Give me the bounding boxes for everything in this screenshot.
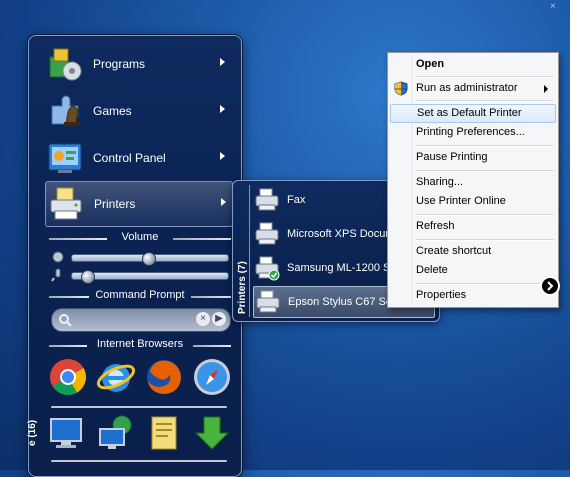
menu-item-label: Printers bbox=[94, 197, 136, 211]
command-input[interactable] bbox=[76, 312, 190, 328]
computer-icon[interactable] bbox=[47, 412, 89, 454]
microphone-volume-slider[interactable] bbox=[51, 268, 229, 284]
safari-icon[interactable] bbox=[191, 356, 233, 398]
printer-icon bbox=[255, 222, 279, 245]
search-icon bbox=[59, 314, 72, 327]
internet-explorer-icon[interactable] bbox=[95, 356, 137, 398]
menu-separator bbox=[416, 283, 554, 285]
submenu-arrow-icon bbox=[544, 85, 548, 93]
menu-separator bbox=[416, 100, 554, 102]
command-prompt-field[interactable]: × ▶ bbox=[51, 308, 231, 332]
browsers-section-title: Internet Browsers bbox=[47, 338, 233, 350]
clear-icon[interactable]: × bbox=[196, 312, 210, 326]
browser-icons-row bbox=[47, 356, 233, 398]
shield-icon bbox=[394, 81, 408, 96]
submenu-arrow-icon bbox=[220, 152, 225, 160]
menu-item-programs[interactable]: Programs bbox=[45, 42, 231, 86]
control-panel-icon bbox=[45, 138, 85, 178]
menu-item-label: Control Panel bbox=[93, 151, 166, 165]
submenu-arrow-icon bbox=[220, 58, 225, 66]
printer-context-menu: Open Run as administrator Set as Default… bbox=[387, 52, 559, 308]
divider bbox=[249, 185, 250, 317]
menu-separator bbox=[416, 76, 554, 78]
menu-item-delete[interactable]: Delete bbox=[390, 261, 556, 280]
submenu-arrow-icon bbox=[220, 105, 225, 113]
menu-item-create-shortcut[interactable]: Create shortcut bbox=[390, 242, 556, 261]
divider bbox=[51, 406, 227, 408]
printer-icon bbox=[256, 290, 280, 313]
speaker-icon bbox=[52, 251, 64, 263]
menu-separator bbox=[416, 170, 554, 172]
slider-thumb[interactable] bbox=[81, 270, 96, 284]
expand-arrow-icon[interactable] bbox=[540, 276, 560, 296]
volume-section-title: Volume bbox=[47, 231, 233, 243]
menu-item-set-as-default-printer[interactable]: Set as Default Printer bbox=[390, 104, 556, 123]
menu-item-run-as-administrator[interactable]: Run as administrator bbox=[390, 79, 556, 98]
games-icon bbox=[45, 91, 85, 131]
fax-icon bbox=[255, 188, 279, 211]
default-printer-icon bbox=[255, 256, 280, 281]
run-arrow-icon[interactable]: ▶ bbox=[212, 312, 226, 326]
desktop-corner-mark: × bbox=[550, 1, 556, 12]
printer-icon bbox=[46, 184, 86, 224]
menu-item-sharing[interactable]: Sharing... bbox=[390, 173, 556, 192]
divider bbox=[51, 460, 227, 462]
menu-item-games[interactable]: Games bbox=[45, 89, 231, 133]
menu-separator bbox=[416, 145, 554, 147]
chrome-icon[interactable] bbox=[47, 356, 89, 398]
submenu-arrow-icon bbox=[221, 198, 226, 206]
printer-item-label: Fax bbox=[287, 194, 306, 206]
menu-item-open[interactable]: Open bbox=[390, 55, 556, 74]
menu-item-printers[interactable]: Printers bbox=[45, 181, 233, 227]
menu-item-use-printer-online[interactable]: Use Printer Online bbox=[390, 192, 556, 211]
menu-item-control-panel[interactable]: Control Panel bbox=[45, 136, 231, 180]
menu-separator bbox=[416, 214, 554, 216]
folder-icon[interactable] bbox=[143, 412, 185, 454]
utility-icons-row bbox=[47, 412, 233, 454]
menu-item-pause-printing[interactable]: Pause Printing bbox=[390, 148, 556, 167]
menu-item-printing-preferences[interactable]: Printing Preferences... bbox=[390, 123, 556, 142]
slider-track[interactable] bbox=[71, 252, 229, 266]
menu-item-refresh[interactable]: Refresh bbox=[390, 217, 556, 236]
printers-submenu-title: Printers (7) bbox=[237, 261, 248, 314]
programs-icon bbox=[45, 44, 85, 84]
launcher-panel: Programs Games Control Panel Printers Vo… bbox=[27, 35, 242, 477]
slider-thumb[interactable] bbox=[142, 252, 157, 266]
firefox-icon[interactable] bbox=[143, 356, 185, 398]
menu-item-properties[interactable]: Properties bbox=[390, 286, 556, 305]
menu-separator bbox=[416, 239, 554, 241]
command-prompt-section-title: Command Prompt bbox=[47, 289, 233, 301]
microphone-icon bbox=[51, 268, 61, 282]
menu-item-label: Games bbox=[93, 104, 132, 118]
download-arrow-icon[interactable] bbox=[191, 412, 233, 454]
network-icon[interactable] bbox=[95, 412, 137, 454]
slider-track[interactable] bbox=[71, 270, 229, 284]
panel-side-label: e (16) bbox=[27, 419, 38, 446]
menu-item-label: Programs bbox=[93, 57, 146, 71]
master-volume-slider[interactable] bbox=[51, 250, 229, 266]
